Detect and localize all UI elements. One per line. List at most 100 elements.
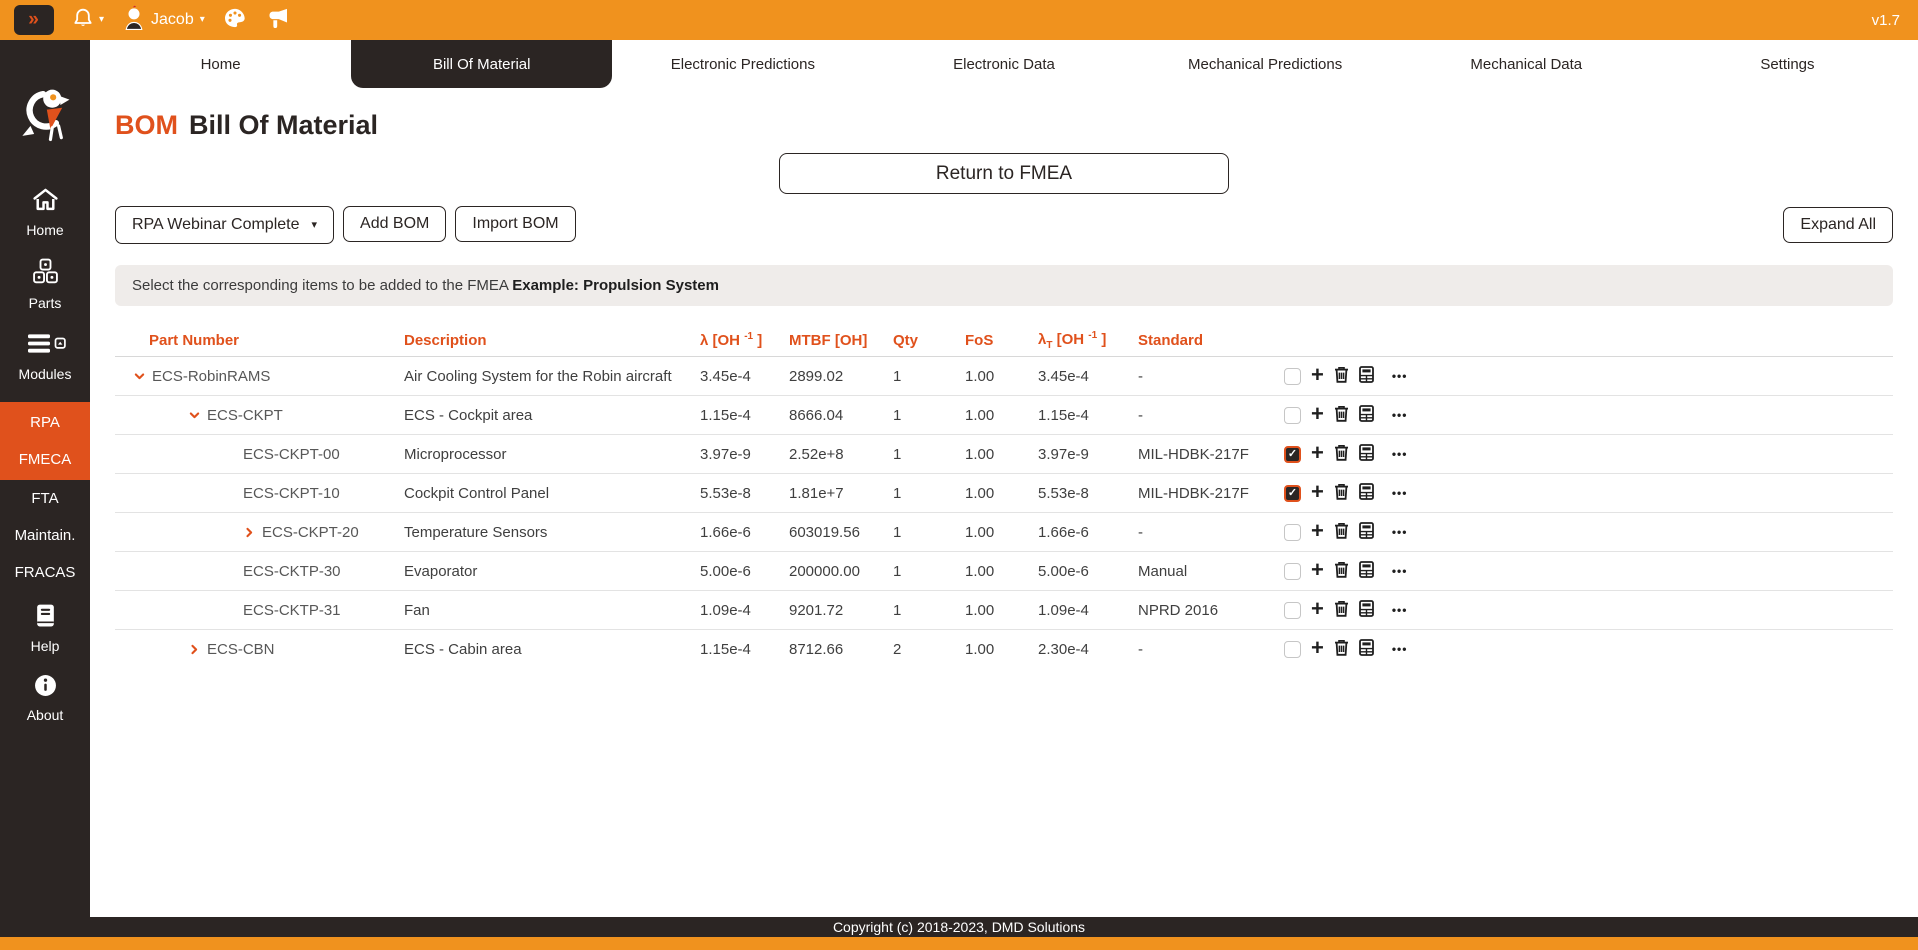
topbar: » ▾ Jacob ▾ <box>0 0 1918 40</box>
tab-settings[interactable]: Settings <box>1657 40 1918 88</box>
add-row-button[interactable]: + <box>1311 635 1324 661</box>
megaphone-icon <box>265 8 289 33</box>
calculate-row-button[interactable] <box>1359 600 1374 621</box>
chevron-right-icon[interactable] <box>188 643 201 656</box>
row-more-button[interactable]: ••• <box>1392 369 1408 383</box>
mtbf-cell: 8666.04 <box>789 407 893 424</box>
add-row-button[interactable]: + <box>1311 596 1324 622</box>
notifications-button[interactable]: ▾ <box>73 7 104 34</box>
bom-select[interactable]: RPA Webinar Complete ▾ <box>115 206 334 244</box>
trash-icon <box>1334 522 1349 543</box>
tab-bill-of-material[interactable]: Bill Of Material <box>351 40 612 88</box>
table-row: ECS-CKPT-00 Microprocessor 3.97e-9 2.52e… <box>115 435 1893 474</box>
qty-cell: 1 <box>893 563 965 580</box>
calculate-row-button[interactable] <box>1359 639 1374 660</box>
calculate-row-button[interactable] <box>1359 483 1374 504</box>
delete-row-button[interactable] <box>1334 561 1349 582</box>
sidebar-item-about[interactable]: About <box>0 674 90 723</box>
lambda-t-cell: 1.15e-4 <box>1038 407 1138 424</box>
row-more-button[interactable]: ••• <box>1392 486 1408 500</box>
delete-row-button[interactable] <box>1334 483 1349 504</box>
row-more-button[interactable]: ••• <box>1392 642 1408 656</box>
select-checkbox[interactable]: ✓ <box>1284 407 1301 424</box>
sidebar-module-maintain[interactable]: Maintain. <box>0 517 90 554</box>
tab-mechanical-data[interactable]: Mechanical Data <box>1396 40 1657 88</box>
sidebar-item-label: Home <box>26 222 63 238</box>
ellipsis-icon: ••• <box>1392 447 1408 461</box>
calculator-icon <box>1359 600 1374 621</box>
fos-cell: 1.00 <box>965 407 1038 424</box>
delete-row-button[interactable] <box>1334 366 1349 387</box>
sidebar-item-parts[interactable]: Parts <box>0 258 90 311</box>
calculate-row-button[interactable] <box>1359 444 1374 465</box>
standard-cell: MIL-HDBK-217F <box>1138 446 1284 463</box>
theme-button[interactable] <box>224 8 246 33</box>
standard-cell: MIL-HDBK-217F <box>1138 485 1284 502</box>
delete-row-button[interactable] <box>1334 600 1349 621</box>
sidebar-item-home[interactable]: Home <box>0 187 90 238</box>
add-row-button[interactable]: + <box>1311 479 1324 505</box>
tab-electronic-predictions[interactable]: Electronic Predictions <box>612 40 873 88</box>
announcements-button[interactable] <box>265 8 289 33</box>
delete-row-button[interactable] <box>1334 405 1349 426</box>
row-more-button[interactable]: ••• <box>1392 408 1408 422</box>
sidebar-module-fta[interactable]: FTA <box>0 480 90 517</box>
tab-home[interactable]: Home <box>90 40 351 88</box>
add-row-button[interactable]: + <box>1311 401 1324 427</box>
sidebar-item-help[interactable]: Help <box>0 603 90 654</box>
chevron-down-icon[interactable] <box>133 370 146 383</box>
trash-icon <box>1334 561 1349 582</box>
description-cell: Evaporator <box>404 563 700 580</box>
import-bom-button[interactable]: Import BOM <box>455 206 575 242</box>
select-checkbox[interactable]: ✓ <box>1284 524 1301 541</box>
calculate-row-button[interactable] <box>1359 405 1374 426</box>
select-checkbox[interactable]: ✓ <box>1284 641 1301 658</box>
add-row-button[interactable]: + <box>1311 440 1324 466</box>
select-checkbox[interactable]: ✓ <box>1284 485 1301 502</box>
chevron-down-icon[interactable] <box>188 409 201 422</box>
row-more-button[interactable]: ••• <box>1392 603 1408 617</box>
standard-cell: Manual <box>1138 563 1284 580</box>
select-checkbox[interactable]: ✓ <box>1284 446 1301 463</box>
part-number-cell: ECS-CBN <box>115 641 404 658</box>
bom-select-value: RPA Webinar Complete <box>132 216 299 234</box>
sidebar-module-fmeca[interactable]: FMECA <box>0 441 90 478</box>
calculate-row-button[interactable] <box>1359 561 1374 582</box>
robin-logo[interactable] <box>16 84 74 151</box>
part-number: ECS-CKPT-10 <box>243 485 340 502</box>
chevron-right-icon[interactable] <box>243 526 256 539</box>
sidebar-expand-button[interactable]: » <box>14 5 54 35</box>
home-icon <box>32 187 59 215</box>
add-row-button[interactable]: + <box>1311 557 1324 583</box>
lambda-cell: 1.15e-4 <box>700 641 789 658</box>
row-more-button[interactable]: ••• <box>1392 525 1408 539</box>
user-menu[interactable]: Jacob ▾ <box>123 4 205 36</box>
module-list: FTAMaintain.FRACAS <box>0 480 90 591</box>
select-checkbox[interactable]: ✓ <box>1284 602 1301 619</box>
lambda-cell: 1.15e-4 <box>700 407 789 424</box>
delete-row-button[interactable] <box>1334 522 1349 543</box>
calculator-icon <box>1359 561 1374 582</box>
sidebar-module-fracas[interactable]: FRACAS <box>0 554 90 591</box>
select-checkbox[interactable]: ✓ <box>1284 563 1301 580</box>
sidebar-module-rpa[interactable]: RPA <box>0 404 90 441</box>
add-row-button[interactable]: + <box>1311 362 1324 388</box>
delete-row-button[interactable] <box>1334 444 1349 465</box>
calculate-row-button[interactable] <box>1359 522 1374 543</box>
add-bom-button[interactable]: Add BOM <box>343 206 446 242</box>
tab-electronic-data[interactable]: Electronic Data <box>873 40 1134 88</box>
return-to-fmea-button[interactable]: Return to FMEA <box>779 153 1229 194</box>
tab-mechanical-predictions[interactable]: Mechanical Predictions <box>1135 40 1396 88</box>
row-more-button[interactable]: ••• <box>1392 564 1408 578</box>
calculate-row-button[interactable] <box>1359 366 1374 387</box>
row-more-button[interactable]: ••• <box>1392 447 1408 461</box>
description-cell: Air Cooling System for the Robin aircraf… <box>404 368 700 385</box>
add-row-button[interactable]: + <box>1311 518 1324 544</box>
sidebar-item-modules[interactable]: Modules <box>0 331 90 382</box>
fos-cell: 1.00 <box>965 524 1038 541</box>
expand-all-button[interactable]: Expand All <box>1783 207 1893 243</box>
delete-row-button[interactable] <box>1334 639 1349 660</box>
select-checkbox[interactable]: ✓ <box>1284 368 1301 385</box>
qty-cell: 2 <box>893 641 965 658</box>
table-row: ECS-CKPT ECS - Cockpit area 1.15e-4 8666… <box>115 396 1893 435</box>
